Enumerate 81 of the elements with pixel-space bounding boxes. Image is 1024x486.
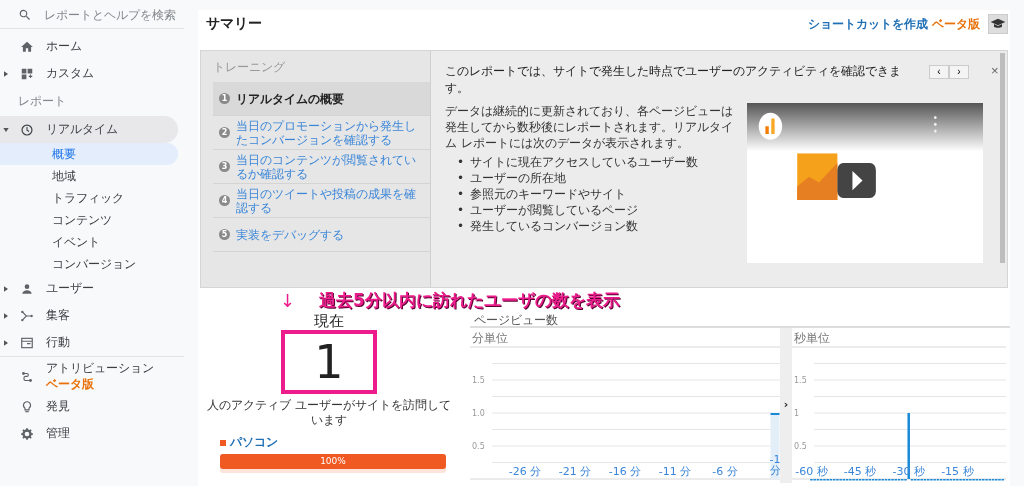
percentage-text: 100% [319, 455, 347, 468]
search-icon [18, 8, 32, 22]
x-axis-label: -16 分 [608, 465, 642, 478]
collapse-arrow[interactable]: › [783, 398, 789, 411]
home-icon [20, 39, 34, 54]
nav-subitem[interactable]: コンテンツ [0, 209, 178, 231]
x-axis-label: -45 秒 [843, 465, 877, 478]
chart-title: ページビュー数 [473, 312, 559, 326]
bullet-mark: • [457, 218, 465, 234]
chart-column [770, 413, 780, 479]
search-field[interactable]: レポートとヘルプを検索 [44, 8, 194, 22]
x-axis-label: -1 分 [769, 453, 780, 477]
lightbulb-icon [20, 399, 34, 414]
step-number: 5 [219, 229, 230, 240]
nav-subitem[interactable]: トラフィック [0, 187, 178, 209]
step-number: 1 [219, 93, 230, 104]
nav-item[interactable]: 発見 [0, 393, 178, 420]
device-label: パソコン [230, 434, 278, 451]
bullet-item: ユーザーの所在地 [470, 170, 567, 186]
beta-label: ベータ版 [46, 376, 94, 393]
nav-subitem[interactable]: コンバージョン [0, 253, 178, 275]
nav-item[interactable]: ユーザー [0, 275, 178, 302]
description-text: データは継続的に更新されており、各ページビューは発生してから数秒後にレポートされます。リアルタイム レポートには次のデータが表示されます。 [445, 103, 734, 151]
bullet-mark: • [457, 202, 465, 218]
step-number: 2 [219, 127, 230, 138]
nav-item[interactable]: アトリビューション ベータ版 [0, 361, 178, 393]
x-axis-label: -21 分 [558, 465, 592, 478]
x-axis-label: -11 分 [658, 465, 692, 478]
shortcut-link[interactable]: ショートカットを作成 [808, 15, 928, 33]
nav-subitem[interactable]: イベント [0, 231, 178, 253]
y-axis-label: 0.5 [794, 442, 807, 451]
training-label: トレーニング [213, 59, 286, 76]
bullet-mark: • [457, 186, 465, 202]
x-axis-label: -6 分 [712, 465, 738, 478]
nav-item[interactable]: カスタム [0, 60, 178, 87]
section-label: レポート [17, 93, 67, 110]
scrollbar[interactable] [1000, 53, 1005, 263]
y-axis-label: 0.5 [472, 442, 485, 451]
annotation-arrow: ↓ [280, 289, 296, 311]
training-button[interactable] [988, 14, 1008, 34]
close-button[interactable]: × [987, 63, 1003, 78]
person-icon [20, 281, 34, 296]
bullet-item: 参照元のキーワードやサイト [470, 186, 627, 202]
nav-item[interactable]: 管理 [0, 420, 178, 447]
branch-icon [20, 308, 34, 323]
settings-icon [20, 426, 34, 441]
y-axis-label: 1.5 [472, 376, 485, 385]
nav-item[interactable]: ホーム [0, 33, 178, 60]
bullet-mark: • [457, 170, 465, 186]
training-step[interactable]: 1 リアルタイムの概要 [213, 82, 430, 116]
nav-subitem[interactable]: 地域 [0, 165, 178, 187]
x-axis-label: -15 秒 [941, 465, 974, 478]
page-title: サマリー [206, 15, 262, 33]
beta-label: ベータ版 [932, 15, 980, 33]
y-axis-label: 1 [794, 409, 800, 418]
now-label: 現在 [314, 312, 344, 330]
clock-icon [20, 122, 34, 137]
chart-subtitle: 分単位 [471, 330, 509, 343]
chart-subtitle: 秒単位 [793, 330, 831, 343]
training-heading: このレポートでは、サイトで発生した時点でユーザーのアクティビティを確認できます。 [445, 63, 902, 97]
window-icon [20, 335, 34, 350]
x-axis-label: -26 分 [508, 465, 542, 478]
active-users-caption: 人のアクティブ ユーザーがサイトを訪問しています [206, 398, 452, 428]
next-button[interactable]: › [949, 65, 969, 79]
step-number: 3 [219, 161, 230, 172]
x-axis-label: -60 秒 [795, 465, 828, 478]
nav-item[interactable]: 行動 [0, 329, 178, 356]
bullet-item: ユーザーが閲覧しているページ [470, 202, 639, 218]
active-user-count: 1 [314, 337, 344, 387]
annotation-text: 過去5分以内に訪れたユーザの数を表示 [319, 288, 620, 312]
bullet-item: サイトに現在アクセスしているユーザー数 [470, 154, 699, 170]
route-icon [20, 370, 34, 384]
nav-subitem[interactable]: 概要 [0, 143, 178, 165]
bullet-mark: • [457, 154, 465, 170]
bullet-item: 発生しているコンバージョン数 [470, 218, 639, 234]
y-axis-label: 1.0 [472, 409, 485, 418]
previous-button[interactable]: ‹ [929, 65, 949, 79]
grid-icon [20, 66, 34, 81]
step-number: 4 [219, 195, 230, 206]
y-axis-label: 1.5 [794, 376, 807, 385]
nav-item[interactable]: 集客 [0, 302, 178, 329]
